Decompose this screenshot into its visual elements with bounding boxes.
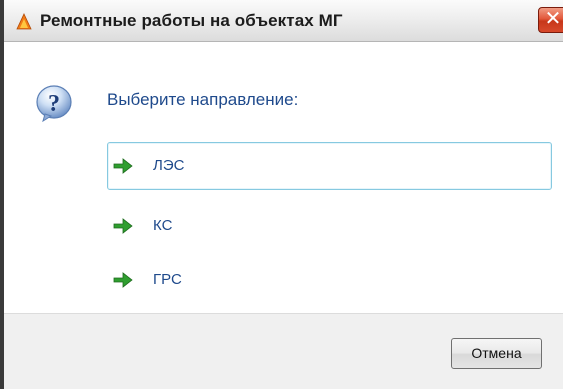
question-icon: ? (36, 85, 72, 123)
svg-text:?: ? (48, 91, 60, 117)
option-les[interactable]: ЛЭС (107, 142, 552, 190)
close-button[interactable]: ✕ (538, 7, 563, 33)
title-bar[interactable]: Ремонтные работы на объектах МГ ✕ (4, 0, 563, 42)
dialog-content: ? Выберите направление: ЛЭС КС ГРС (4, 42, 563, 313)
flame-icon (16, 13, 32, 30)
green-arrow-icon (113, 218, 133, 234)
option-grs[interactable]: ГРС (107, 256, 552, 304)
green-arrow-icon (113, 272, 133, 288)
option-label: ЛЭС (153, 157, 185, 174)
option-label: КС (153, 217, 173, 234)
dialog-window: Ремонтные работы на объектах МГ ✕ ? Выбе… (0, 0, 563, 389)
window-title: Ремонтные работы на объектах МГ (40, 11, 343, 30)
green-arrow-icon (113, 158, 133, 174)
option-ks[interactable]: КС (107, 202, 552, 250)
option-label: ГРС (153, 271, 182, 288)
dialog-footer: Отмена (4, 313, 563, 389)
prompt-text: Выберите направление: (107, 90, 299, 109)
cancel-button[interactable]: Отмена (451, 338, 542, 369)
